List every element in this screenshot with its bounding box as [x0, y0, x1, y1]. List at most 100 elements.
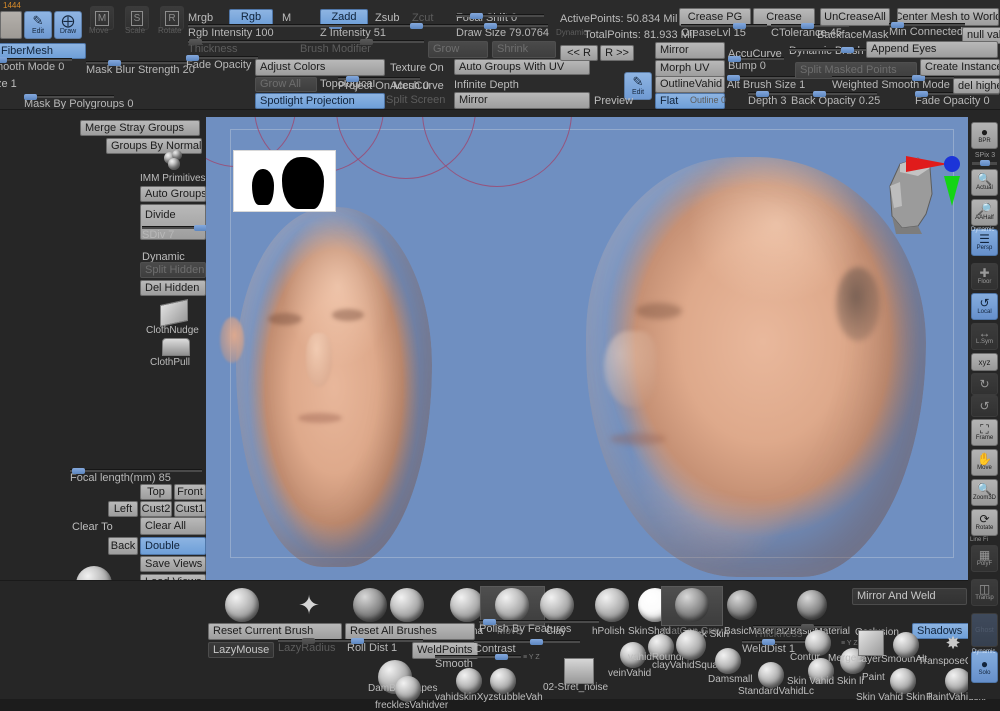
brush-clay-icon[interactable] — [540, 588, 574, 622]
mirror-right-button[interactable]: Mirror — [655, 42, 725, 59]
groups-by-normals-button[interactable]: Groups By Normals — [106, 138, 202, 154]
rail-xyz-button[interactable]: xyz — [971, 353, 998, 371]
z-intensity-knob[interactable] — [410, 23, 423, 29]
mask-blur-knob[interactable] — [108, 60, 121, 66]
prev-r-button[interactable]: << R — [560, 45, 598, 61]
append-eyes-button[interactable]: Append Eyes — [866, 41, 998, 58]
back-button[interactable]: Back — [108, 537, 138, 555]
rail-actual-button[interactable]: 🔍 Actual — [971, 169, 998, 196]
mask-polygroups-track[interactable] — [24, 95, 114, 98]
rail-bpr-button[interactable]: ● BPR — [971, 122, 998, 149]
rail-solo-button[interactable]: ● Solo — [971, 651, 998, 683]
morph-uv-button[interactable]: Morph UV — [655, 60, 725, 77]
smooth-track[interactable] — [435, 655, 521, 658]
depth-track[interactable] — [748, 92, 792, 95]
rail-frame-button[interactable]: ⛶ Frame — [971, 419, 998, 446]
zsub-button[interactable]: Zsub — [375, 12, 399, 24]
grow-button[interactable]: Grow — [428, 41, 488, 58]
cloth-pull-label[interactable]: ClothPull — [150, 357, 190, 368]
auto-groups-left-button[interactable]: Auto Groups — [140, 186, 206, 202]
alpha-vahidskinxyz-label[interactable]: vahidskinXyzstubbleVah — [435, 692, 543, 703]
alpha-xyzstubble-icon[interactable] — [490, 668, 516, 694]
alpha-layersmoothalt-icon[interactable] — [858, 630, 884, 656]
roll-dist-knob[interactable] — [351, 638, 364, 644]
dynamic-brush-scale-knob[interactable] — [841, 47, 854, 53]
head-model-left[interactable] — [236, 207, 432, 567]
next-r-button[interactable]: R >> — [600, 45, 634, 61]
rail-aahalf-button[interactable]: 🔎 AAHalf — [971, 199, 998, 226]
create-instance-button[interactable]: Create Instance S — [920, 59, 1000, 76]
rail-transp-button[interactable]: ◫ Transp — [971, 579, 998, 606]
brush-movetopological-icon[interactable] — [353, 588, 387, 622]
mask-polygroups-knob[interactable] — [24, 94, 37, 100]
contrast-knob[interactable] — [530, 639, 543, 645]
thickness-track[interactable] — [188, 40, 304, 43]
rail-spix-label[interactable]: SPix 3 — [970, 152, 1000, 159]
material-basicmaterial-icon[interactable] — [797, 590, 827, 620]
reset-all-brushes-button[interactable]: Reset All Brushes — [345, 623, 475, 640]
rail-rotate3d-button[interactable]: ⟳ Rotate — [971, 509, 998, 536]
alpha-transposecl-icon[interactable]: ✸ — [940, 630, 966, 656]
fade-opacity-2-knob[interactable] — [915, 91, 928, 97]
3d-viewport[interactable] — [206, 117, 968, 580]
del-hidden-button[interactable]: Del Hidden — [140, 280, 206, 296]
alpha-skinvahid2-icon[interactable] — [890, 668, 916, 694]
focal-length-knob[interactable] — [72, 468, 85, 474]
fibermesh-button[interactable]: FiberMesh — [0, 43, 86, 59]
z-intensity-track[interactable] — [320, 24, 462, 27]
min-connected-knob[interactable] — [891, 22, 904, 28]
alpha-layersmoothalt-label[interactable]: LayerSmoothAlt — [856, 654, 927, 665]
alpha-paint-icon[interactable] — [893, 632, 919, 658]
uncrease-all-button[interactable]: UnCreaseAll — [820, 8, 890, 26]
rail-persp-button[interactable]: ☰ Persp — [971, 229, 998, 256]
mirror-and-weld-button[interactable]: Mirror And Weld — [852, 588, 967, 605]
brush-snakehook-icon[interactable]: ✦ — [292, 588, 326, 622]
ctolerance-knob[interactable] — [801, 23, 814, 29]
view-front-button[interactable]: Front — [174, 484, 206, 500]
focal-length-track[interactable] — [70, 469, 202, 472]
auto-groups-with-uv-button[interactable]: Auto Groups With UV — [454, 59, 590, 75]
polish-by-features-track[interactable] — [479, 620, 599, 623]
polish-by-features-knob[interactable] — [483, 619, 496, 625]
backface-mask-button[interactable]: BackfaceMask — [817, 29, 889, 41]
focal-shift-knob[interactable] — [470, 13, 483, 19]
alpha-damsmall-icon[interactable] — [715, 648, 741, 674]
rail-lsym-button[interactable]: ↔ L.Sym — [971, 323, 998, 350]
alt-brush-size-knob[interactable] — [727, 75, 740, 81]
save-views-button[interactable]: Save Views — [140, 556, 206, 572]
rgb-intensity-track[interactable] — [188, 24, 338, 27]
alpha-paint-label[interactable]: Paint — [862, 672, 885, 683]
rail-polyframe-button[interactable]: ▦ PolyF — [971, 545, 998, 572]
thickness-knob[interactable] — [189, 39, 202, 45]
alpha-transposecl-label[interactable]: TransposeCl — [918, 656, 974, 667]
brush-modifier-knob[interactable] — [360, 39, 373, 45]
alpha-skinvahid1-label[interactable]: Skin Vahid Skin li — [787, 676, 864, 687]
mask-blur-track[interactable] — [86, 61, 190, 64]
weld-dist-track[interactable] — [742, 640, 814, 643]
smooth-mode-knob[interactable] — [0, 57, 7, 63]
current-color-swatch[interactable] — [0, 11, 22, 39]
alpha-damsmall-label[interactable]: Damsmall — [708, 674, 752, 685]
del-higher-button[interactable]: del higher — [953, 78, 1000, 94]
view-top-button[interactable]: Top — [140, 484, 172, 500]
imm-primitives-label[interactable]: IMM PrimitivesH — [140, 173, 213, 184]
brush-move-icon[interactable] — [495, 588, 529, 622]
split-screen-button[interactable]: Split Screen — [386, 94, 445, 106]
split-hidden-button[interactable]: Split Hidden — [140, 262, 206, 278]
brush-hpolish-label[interactable]: hPolish — [592, 626, 625, 637]
double-button[interactable]: Double — [140, 537, 206, 555]
alpha-thumbnail[interactable] — [233, 150, 336, 212]
crease-lvl-knob[interactable] — [733, 23, 746, 29]
texture-02-label[interactable]: 02-Stret_noise — [543, 682, 608, 693]
mrgb-button[interactable]: Mrgb — [188, 12, 213, 24]
orientation-gizmo[interactable] — [866, 142, 968, 237]
fade-opacity-knob[interactable] — [186, 55, 199, 61]
alpha-vahidskin-icon[interactable] — [456, 668, 482, 694]
rail-floor-button[interactable]: ✚ Floor — [971, 263, 998, 290]
draw-size-knob[interactable] — [484, 23, 497, 29]
alpha-veinvahid-label[interactable]: veinVahid — [608, 668, 651, 679]
texture-02-icon[interactable] — [564, 658, 594, 684]
view-cust1-button[interactable]: Cust1 — [174, 501, 206, 517]
rail-ghost-button[interactable]: Ghost — [971, 613, 998, 647]
merge-stray-groups-button[interactable]: Merge Stray Groups — [80, 120, 200, 136]
